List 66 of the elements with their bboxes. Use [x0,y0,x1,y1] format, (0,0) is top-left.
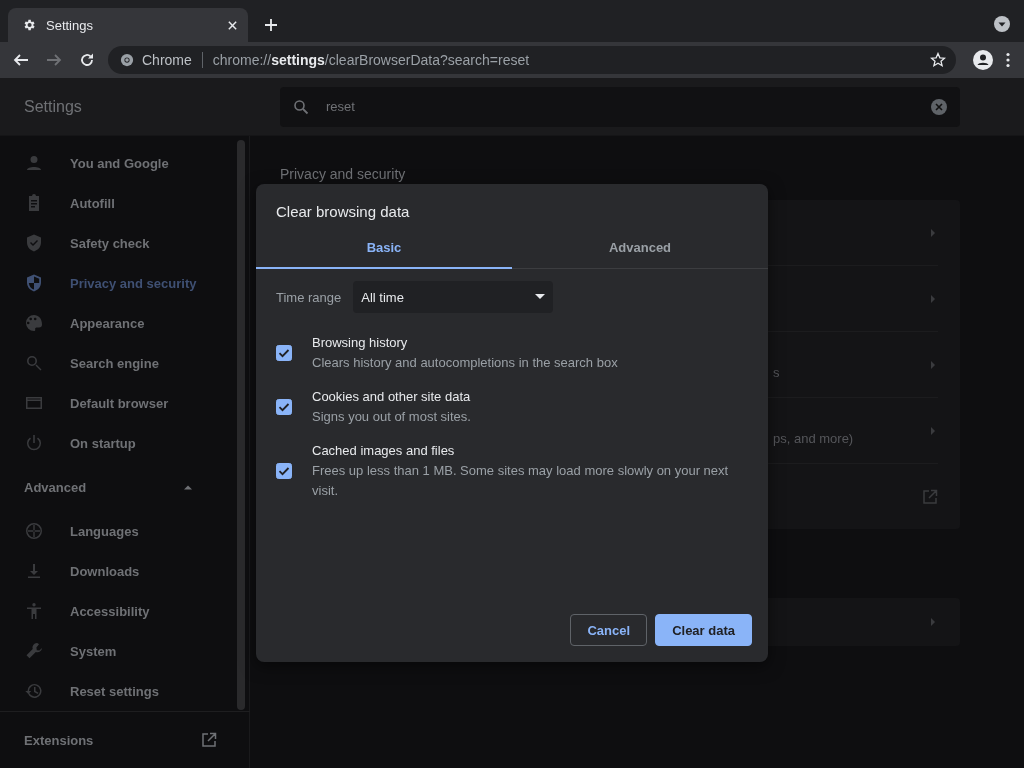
sidebar-item[interactable]: Autofill [0,183,210,223]
option-title: Cookies and other site data [312,388,472,406]
dropdown-icon[interactable] [994,16,1010,32]
search-icon [293,98,309,115]
sidebar-item[interactable]: System [0,631,210,671]
tab-title: Settings [46,17,94,33]
address-bar[interactable]: Chrome chrome://settings/clearBrowserData?search=reset [108,46,956,74]
sidebar-item[interactable]: On startup [0,423,210,463]
option-title: Browsing history [312,334,409,352]
checkbox[interactable] [276,399,292,415]
external-link-icon [201,732,217,748]
site-label: Chrome [142,52,192,68]
globe-icon [24,521,44,541]
sidebar-item[interactable]: Default browser [0,383,210,423]
power-icon [24,433,44,453]
wrench-icon [24,641,44,661]
url-text: chrome://settings/clearBrowserData?search=reset [212,52,530,68]
caret-icon [535,292,546,302]
chrome-icon [120,53,134,67]
option-description: Clears history and autocompletions in the search box [312,354,619,372]
sidebar-item[interactable]: Appearance [0,303,210,343]
sidebar-item[interactable]: Safety check [0,223,210,263]
option-title: Cached images and files [312,442,456,460]
extensions-link[interactable]: Extensions [0,711,250,768]
dialog-tab[interactable]: Basic [256,227,512,269]
palette-icon [24,313,44,333]
dialog-tab[interactable]: Advanced [512,227,768,269]
search-field[interactable]: reset [280,86,960,127]
cancel-button[interactable]: Cancel [570,614,648,646]
sidebar-item[interactable]: Accessibility [0,591,210,631]
close-icon[interactable] [227,19,238,31]
profile-icon[interactable] [973,50,993,70]
figure-icon [24,601,44,621]
section-title: Privacy and security [279,166,407,182]
sidebar-item[interactable]: Search engine [0,343,210,383]
sidebar-item[interactable]: Reset settings [0,671,210,711]
scrollbar[interactable] [237,140,245,710]
search-icon [24,353,44,373]
time-range-label: Time range [276,289,342,305]
sidebar-item[interactable]: Privacy and security [0,263,210,303]
sidebar-item[interactable]: Downloads [0,551,210,591]
row-text: ps, and more) [773,430,854,446]
shield-icon [24,273,44,293]
time-range-select[interactable]: All time [353,281,554,313]
back-icon[interactable] [13,52,29,68]
clear-data-button[interactable]: Clear data [655,614,752,646]
person-icon [24,153,44,173]
option-description: Frees up less than 1 MB. Some sites may load more slowly on your next visit. [312,462,730,500]
checkbox[interactable] [276,463,292,479]
history-icon [24,681,44,701]
checkbox[interactable] [276,345,292,361]
settings-title: Settings [23,97,83,116]
browser-tab[interactable]: Settings [8,8,248,42]
star-icon[interactable] [930,52,946,68]
shield-check-icon [24,233,44,253]
plus-icon[interactable] [264,18,278,32]
reload-icon[interactable] [79,52,95,68]
advanced-section-toggle[interactable]: Advanced [0,463,230,511]
gear-icon [22,18,36,32]
menu-icon[interactable] [1006,52,1010,68]
clear-search-icon[interactable] [931,98,947,115]
row-text: s [773,364,780,380]
sidebar-item[interactable]: Languages [0,511,210,551]
option-description: Signs you out of most sites. [312,408,472,426]
sidebar-item[interactable]: You and Google [0,143,210,183]
dialog-title: Clear browsing data [275,202,411,222]
